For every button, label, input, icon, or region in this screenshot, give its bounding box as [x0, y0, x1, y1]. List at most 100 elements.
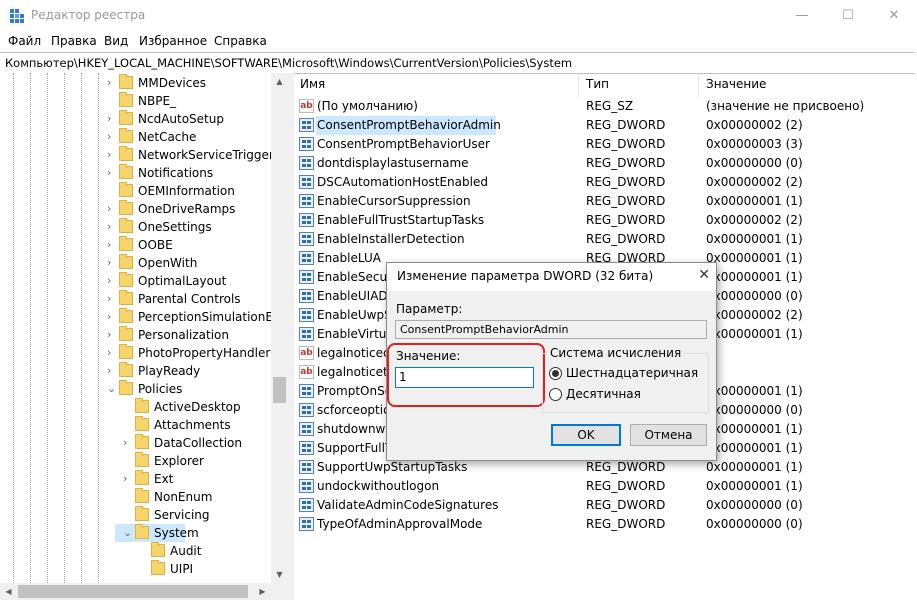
folder-icon	[135, 434, 149, 449]
value-row[interactable]: undockwithoutlogon REG_DWORD 0x00000001 (1…	[294, 477, 917, 496]
cancel-button[interactable]: Отмена	[630, 424, 707, 446]
scroll-up-icon[interactable]: ▲	[271, 73, 288, 90]
tree-item-label[interactable]: NonEnum	[154, 488, 212, 506]
chevron-right-icon[interactable]: ›	[107, 128, 117, 146]
value-input[interactable]: 1	[395, 367, 534, 388]
radio-dec[interactable]	[549, 388, 562, 401]
window-title: Редактор реестра	[31, 8, 146, 22]
column-header-value[interactable]: Значение	[706, 77, 766, 91]
chevron-right-icon[interactable]: ›	[107, 362, 117, 380]
chevron-right-icon[interactable]: ›	[107, 272, 117, 290]
close-button[interactable]: ✕	[871, 0, 917, 31]
menu-view[interactable]: Вид	[104, 34, 128, 48]
tree-item-label[interactable]: Notifications	[138, 164, 213, 182]
tree-item-label[interactable]: Servicing	[154, 506, 210, 524]
tree-vertical-scrollbar[interactable]: ▲ ▼	[271, 73, 288, 583]
tree-item-label[interactable]: System	[154, 524, 199, 542]
address-path[interactable]: Компьютер\HKEY_LOCAL_MACHINE\SOFTWARE\Mi…	[5, 56, 572, 70]
chevron-right-icon[interactable]: ›	[107, 344, 117, 362]
tree-scroll-thumb[interactable]	[273, 377, 286, 403]
tree-item-label[interactable]: PhotoPropertyHandler	[138, 344, 270, 362]
tree-item-label[interactable]: NetworkServiceTriggers	[138, 146, 280, 164]
tree-item-label[interactable]: Attachments	[154, 416, 231, 434]
tree-item-label[interactable]: PlayReady	[138, 362, 200, 380]
chevron-right-icon[interactable]: ›	[123, 434, 133, 452]
menu-file[interactable]: Файл	[8, 34, 41, 48]
no-expander	[123, 506, 133, 524]
tree-item-label[interactable]: NBPE_	[138, 92, 176, 110]
key-tree[interactable]: › MMDevices NBPE_ › NcdAutoSetup › NetCache › Ne…	[0, 73, 288, 583]
tree-item-label[interactable]: Parental Controls	[138, 290, 241, 308]
value-name-cell: EnableUwpSt	[317, 308, 397, 322]
chevron-right-icon[interactable]: ›	[107, 236, 117, 254]
tree-item-label[interactable]: MMDevices	[138, 74, 206, 92]
chevron-right-icon[interactable]: ›	[107, 290, 117, 308]
tree-item-label[interactable]: UIPI	[170, 560, 193, 578]
folder-icon	[135, 398, 149, 413]
tree-item-label[interactable]: OEMInformation	[138, 182, 235, 200]
tree-item-label[interactable]: DataCollection	[154, 434, 242, 452]
chevron-right-icon[interactable]: ›	[107, 74, 117, 92]
tree-item-label[interactable]: NetCache	[138, 128, 196, 146]
chevron-right-icon[interactable]: ›	[123, 470, 133, 488]
chevron-right-icon[interactable]: ›	[107, 146, 117, 164]
menu-favorites[interactable]: Избранное	[139, 34, 207, 48]
scroll-left-icon[interactable]: ◀	[0, 583, 17, 600]
value-value-cell: (значение не присвоено)	[706, 99, 865, 113]
value-row[interactable]: ab (По умолчанию) REG_SZ (значение не присв…	[294, 97, 917, 116]
chevron-right-icon[interactable]: ›	[107, 110, 117, 128]
value-type-cell: REG_DWORD	[586, 479, 666, 493]
tree-hscroll-thumb[interactable]	[18, 585, 248, 598]
minimize-button[interactable]: —	[779, 0, 825, 31]
chevron-down-icon[interactable]: ⌄	[123, 524, 133, 542]
radio-dec-label[interactable]: Десятичная	[566, 387, 641, 401]
string-value-icon: ab	[299, 99, 314, 113]
tree-item-label[interactable]: Policies	[138, 380, 182, 398]
chevron-down-icon[interactable]: ⌄	[107, 380, 117, 398]
tree-item-label[interactable]: NcdAutoSetup	[138, 110, 224, 128]
tree-item-label[interactable]: Audit	[170, 542, 201, 560]
chevron-right-icon[interactable]: ›	[107, 164, 117, 182]
maximize-button[interactable]: ☐	[825, 0, 871, 31]
chevron-right-icon[interactable]: ›	[107, 218, 117, 236]
value-row[interactable]: ConsentPromptBehaviorUser REG_DWORD 0x0000…	[294, 135, 917, 154]
address-bar[interactable]: Компьютер\HKEY_LOCAL_MACHINE\SOFTWARE\Mi…	[0, 52, 915, 74]
radio-hex-label[interactable]: Шестнадцатеричная	[566, 366, 698, 380]
value-row[interactable]: dontdisplaylastusername REG_DWORD 0x000000…	[294, 154, 917, 173]
column-separator[interactable]	[698, 73, 699, 97]
menu-edit[interactable]: Правка	[51, 34, 97, 48]
tree-item-label[interactable]: OpenWith	[138, 254, 197, 272]
dialog-close-icon[interactable]: ✕	[698, 267, 710, 283]
value-row[interactable]: EnableCursorSuppression REG_DWORD 0x000000…	[294, 192, 917, 211]
column-separator[interactable]	[578, 73, 579, 97]
scroll-down-icon[interactable]: ▼	[271, 566, 288, 583]
menu-help[interactable]: Справка	[214, 34, 267, 48]
tree-item-label[interactable]: PerceptionSimulationExt	[138, 308, 285, 326]
value-row[interactable]: ConsentPromptBehaviorAdmin REG_DWORD 0x000…	[294, 116, 917, 135]
radio-hex[interactable]	[549, 367, 562, 380]
tree-item-label[interactable]: OneDriveRamps	[138, 200, 235, 218]
tree-item-label[interactable]: Explorer	[154, 452, 204, 470]
tree-item-label[interactable]: OOBE	[138, 236, 173, 254]
value-row[interactable]: EnableFullTrustStartupTasks REG_DWORD 0x00…	[294, 211, 917, 230]
value-row[interactable]: DSCAutomationHostEnabled REG_DWORD 0x00000…	[294, 173, 917, 192]
scroll-right-icon[interactable]: ▶	[254, 583, 271, 600]
value-row[interactable]: ValidateAdminCodeSignatures REG_DWORD 0x00…	[294, 496, 917, 515]
chevron-right-icon[interactable]: ›	[107, 308, 117, 326]
tree-item-label[interactable]: Personalization	[138, 326, 229, 344]
tree-item-label[interactable]: OptimalLayout	[138, 272, 226, 290]
chevron-right-icon[interactable]: ›	[107, 326, 117, 344]
tree-item-label[interactable]: ActiveDesktop	[154, 398, 241, 416]
no-expander	[139, 542, 149, 560]
tree-horizontal-scrollbar[interactable]: ◀ ▶	[0, 583, 288, 600]
tree-item-label[interactable]: OneSettings	[138, 218, 212, 236]
value-row[interactable]: TypeOfAdminApprovalMode REG_DWORD 0x000000…	[294, 515, 917, 534]
binary-value-icon	[299, 384, 314, 398]
ok-button[interactable]: OK	[551, 424, 621, 446]
value-row[interactable]: EnableInstallerDetection REG_DWORD 0x00000…	[294, 230, 917, 249]
chevron-right-icon[interactable]: ›	[107, 200, 117, 218]
tree-item-label[interactable]: Ext	[154, 470, 173, 488]
column-header-type[interactable]: Тип	[586, 77, 609, 91]
chevron-right-icon[interactable]: ›	[107, 254, 117, 272]
column-header-name[interactable]: Имя	[300, 77, 325, 91]
